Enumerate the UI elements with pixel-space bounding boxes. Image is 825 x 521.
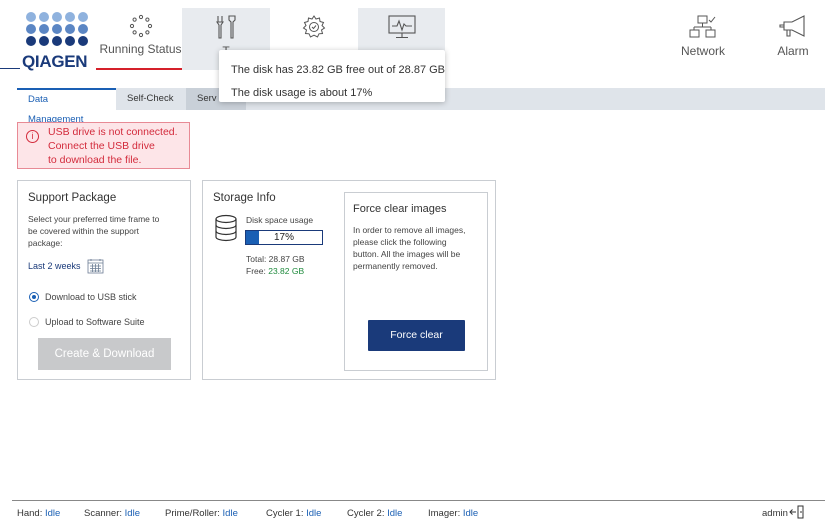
status-scanner-label: Scanner: [84, 508, 123, 519]
timeframe-select[interactable]: Last 2 weeks [28, 261, 81, 271]
status-hand-value: Idle [45, 508, 61, 519]
force-clear-title: Force clear images [353, 203, 447, 215]
tooltip-line-2: The disk usage is about 17% [231, 87, 373, 99]
storage-info-title: Storage Info [213, 192, 276, 204]
nav-alarm-label: Alarm [777, 44, 809, 58]
status-scanner-value: Idle [124, 508, 140, 519]
status-cycler-2: Cycler 2: Idle [347, 508, 402, 519]
support-desc-line-3: package: [28, 238, 63, 248]
tooltip-line-1: The disk has 23.82 GB free out of 28.87 … [231, 64, 446, 76]
running-status-icon [129, 14, 152, 38]
nav-network-label: Network [680, 44, 725, 58]
force-clear-box: Force clear images In order to remove al… [344, 192, 488, 371]
storage-info-panel: Storage Info Disk space usage Total: 28.… [202, 180, 496, 380]
status-hand-label: Hand: [17, 508, 43, 519]
force-clear-button[interactable]: Force clear [368, 320, 465, 351]
footer-divider [12, 500, 825, 501]
status-hand: Hand: Idle [17, 508, 60, 519]
support-package-panel: Support Package Select your preferred ti… [17, 180, 191, 380]
megaphone-icon [779, 15, 805, 37]
status-cycler1-label: Cycler 1: [266, 508, 304, 519]
radio-upload-suite[interactable] [29, 317, 39, 327]
alert-line-3: to download the file. [48, 154, 142, 166]
status-cycler2-label: Cycler 2: [347, 508, 385, 519]
status-cycler1-value: Idle [306, 508, 322, 519]
gear-icon [302, 15, 326, 38]
nav-running-status-label: Running Status [99, 42, 182, 56]
support-desc-line-1: Select your preferred time frame to [28, 214, 160, 224]
calendar-icon[interactable] [87, 258, 104, 274]
status-imager: Imager: Idle [428, 508, 478, 519]
network-icon [689, 15, 716, 38]
header-rule-left [0, 68, 20, 69]
current-user: admin [762, 508, 788, 519]
force-clear-desc-2: please click the following [353, 237, 447, 247]
disk-space-label: Disk space usage [246, 215, 314, 225]
nav-running-status[interactable]: Running Status [98, 8, 183, 70]
radio-download-usb-label: Download to USB stick [45, 292, 137, 302]
tab-data-management[interactable]: Data Management [17, 88, 116, 125]
status-prime-label: Prime/Roller: [165, 508, 220, 519]
force-clear-desc-1: In order to remove all images, [353, 225, 466, 235]
support-package-title: Support Package [28, 192, 117, 204]
app-window: QIAGEN Running Status T [0, 0, 825, 521]
status-cycler-1: Cycler 1: Idle [266, 508, 321, 519]
qiagen-logo: QIAGEN [22, 12, 92, 74]
storage-free: Free: 23.82 GB [246, 265, 304, 277]
database-icon [215, 214, 237, 242]
tab-self-check[interactable]: Self-Check [116, 88, 186, 110]
status-imager-label: Imager: [428, 508, 461, 519]
force-clear-description: In order to remove all images, please cl… [353, 224, 485, 272]
storage-free-label: Free: [246, 266, 266, 276]
radio-download-usb[interactable] [29, 292, 39, 302]
disk-usage-text: 17% [273, 232, 294, 243]
disk-tooltip: The disk has 23.82 GB free out of 28.87 … [219, 50, 445, 102]
status-scanner: Scanner: Idle [84, 508, 140, 519]
create-download-button[interactable]: Create & Download [38, 338, 171, 370]
logo-text: QIAGEN [22, 52, 88, 71]
alert-text: USB drive is not connected. Connect the … [48, 125, 178, 167]
info-icon: i [26, 130, 39, 143]
status-imager-value: Idle [462, 508, 479, 519]
alert-line-2: Connect the USB drive [48, 140, 155, 152]
disk-usage-bar: 17% [245, 230, 323, 245]
storage-free-value: 23.82 GB [268, 266, 305, 276]
usb-alert: i USB drive is not connected. Connect th… [17, 122, 190, 169]
alert-line-1: USB drive is not connected. [48, 126, 178, 138]
support-desc-line-2: be covered within the support [28, 226, 140, 236]
monitor-icon [387, 15, 416, 39]
status-prime-roller: Prime/Roller: Idle [165, 508, 238, 519]
storage-total: Total: 28.87 GB [246, 254, 305, 264]
tools-icon [215, 15, 236, 39]
status-cycler2-value: Idle [387, 508, 403, 519]
force-clear-desc-4: permanently removed. [353, 261, 438, 271]
radio-upload-suite-label: Upload to Software Suite [45, 317, 145, 327]
status-prime-value: Idle [222, 508, 238, 519]
support-package-description: Select your preferred time frame to be c… [28, 213, 188, 249]
logout-icon[interactable] [789, 505, 805, 519]
nav-alarm[interactable]: Alarm [760, 8, 825, 70]
force-clear-desc-3: button. All the images will be [353, 249, 461, 259]
logo-dots [26, 12, 88, 46]
nav-network[interactable]: Network [670, 8, 736, 70]
